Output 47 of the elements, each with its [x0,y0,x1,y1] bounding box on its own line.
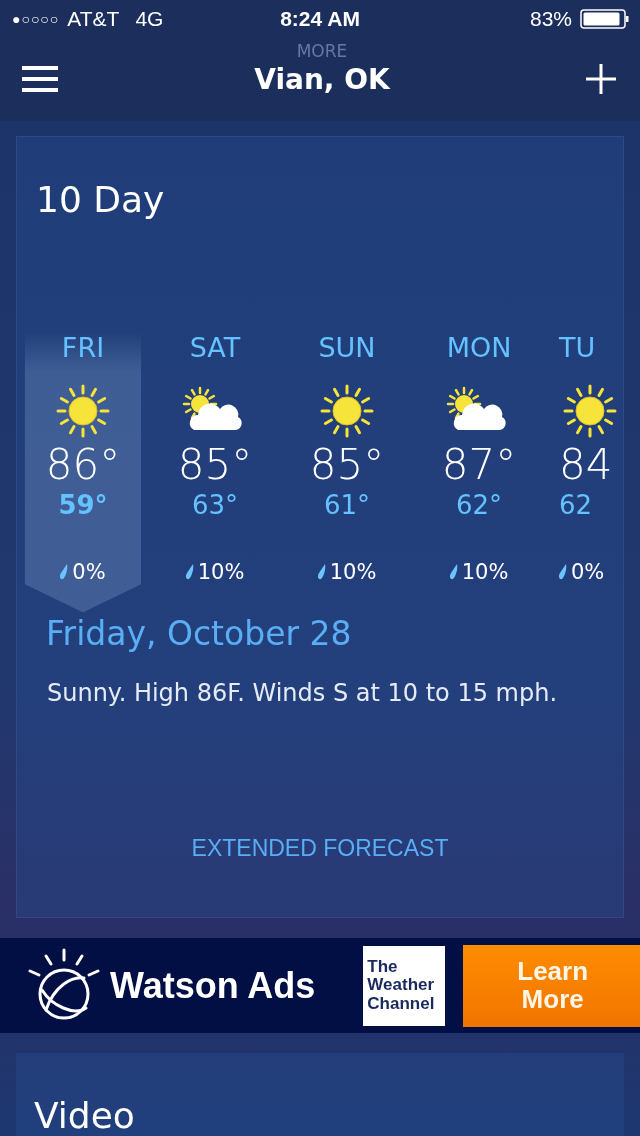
day-column[interactable]: SUN 85° 61° 10% [281,332,413,613]
faded-label: MORE [296,40,348,61]
section-title: 10 Day [35,178,166,221]
day-label: TU [559,332,596,366]
precipitation-chance: 10% [329,560,377,585]
low-temperature: 62° [455,490,503,521]
forecast-summary: Sunny. High 86F. Winds S at 10 to 15 mph. [46,679,558,708]
add-icon[interactable] [586,64,616,95]
signal-strength: ●○○○○ [12,11,60,28]
day-label: FRI [61,332,105,366]
day-column[interactable]: MON 87° 62° 10% [413,332,545,613]
battery-icon [580,8,630,31]
ad-brand-name: Watson Ads [110,964,316,1007]
location-title: Vian, OK [254,62,390,96]
day-label: SAT [189,332,241,366]
raindrop-icon [185,564,194,581]
ad-banner[interactable]: Watson Ads The Weather Channel Learn More [0,938,640,1033]
raindrop-icon [449,564,458,581]
precipitation-chance: 10% [461,560,509,585]
low-temperature: 61° [323,490,371,521]
clock: 8:24 AM [280,7,360,32]
precipitation-chance: 0% [571,560,605,585]
day-column[interactable]: TU 84 62 0% [545,332,623,613]
selected-date: Friday, October 28 [45,614,353,654]
raindrop-icon [559,564,567,581]
low-temperature: 62 [559,490,593,521]
raindrop-icon [60,564,69,581]
low-temperature: 59° [58,490,108,521]
day-label: SUN [318,332,376,366]
precipitation-chance: 10% [197,560,245,585]
high-temperature: 85° [177,444,253,487]
high-temperature: 84 [559,444,613,487]
extended-forecast-link[interactable]: EXTENDED FORECAST [191,835,449,863]
day-label: MON [446,332,512,366]
precipitation-chance: 0% [72,560,106,585]
high-temperature: 85° [309,444,385,487]
section-title: Video [34,1095,135,1136]
day-column[interactable]: SAT 85° 63° 10% [149,332,281,613]
carrier: AT&T [67,7,120,32]
high-temperature: 86° [45,444,121,487]
raindrop-icon [317,564,326,581]
battery-percent: 83% [529,7,572,32]
network-type: 4G [135,7,164,32]
high-temperature: 87° [441,444,517,487]
weather-channel-logo: The Weather Channel [363,945,446,1026]
menu-icon[interactable] [22,66,58,93]
low-temperature: 63° [191,490,239,521]
